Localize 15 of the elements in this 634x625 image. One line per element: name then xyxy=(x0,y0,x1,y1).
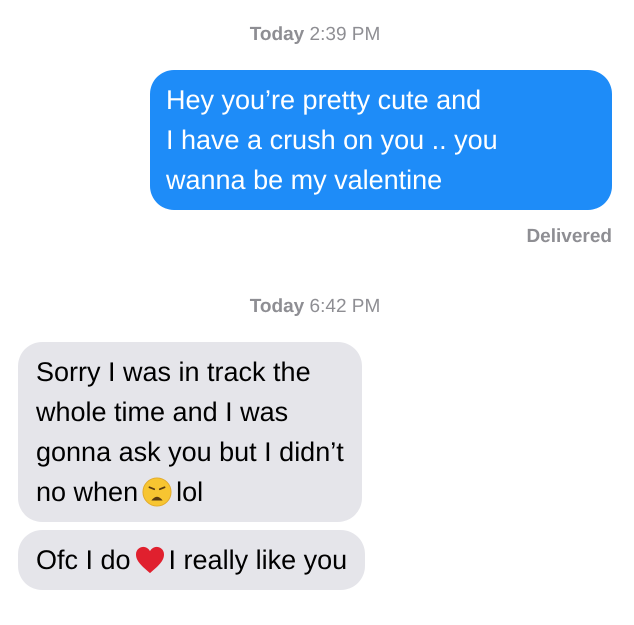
message-timestamp: Today 6:42 PM xyxy=(248,296,382,318)
message-text: Sorry I was in track the xyxy=(36,356,311,389)
heart-icon xyxy=(134,546,165,574)
message-text: no when xyxy=(36,476,138,509)
message-text: wanna be my valentine xyxy=(166,164,442,197)
message-text: I have a crush on you .. you xyxy=(166,124,498,157)
message-text: gonna ask you but I didn’t xyxy=(36,436,344,469)
message-text: Hey you’re pretty cute and xyxy=(166,84,482,117)
message-text: Ofc I do xyxy=(36,544,131,577)
delivery-status: Delivered xyxy=(526,226,612,248)
weary-face-icon xyxy=(142,477,172,507)
message-text: whole time and I was xyxy=(36,396,288,429)
message-text: lol xyxy=(176,476,204,509)
message-timestamp: Today 2:39 PM xyxy=(248,24,382,46)
message-text: I really like you xyxy=(168,544,348,577)
